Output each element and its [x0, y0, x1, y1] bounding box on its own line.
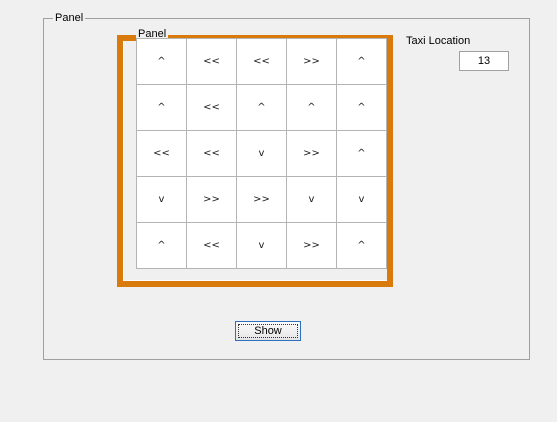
- grid-cell-r3-c3[interactable]: v: [286, 176, 337, 223]
- grid-cell-r4-c4[interactable]: ^: [336, 222, 387, 269]
- grid-cell-r3-c1[interactable]: >>: [186, 176, 237, 223]
- grid-cell-r4-c1[interactable]: <<: [186, 222, 237, 269]
- grid-cell-r0-c0[interactable]: ^: [136, 38, 187, 85]
- grid-cell-r1-c2[interactable]: ^: [236, 84, 287, 131]
- show-button[interactable]: Show: [235, 321, 301, 341]
- grid-cell-r0-c2[interactable]: <<: [236, 38, 287, 85]
- grid-cell-r4-c2[interactable]: v: [236, 222, 287, 269]
- grid-cell-r4-c0[interactable]: ^: [136, 222, 187, 269]
- grid-cell-r2-c4[interactable]: ^: [336, 130, 387, 177]
- show-button-label: Show: [254, 325, 282, 337]
- grid-cell-r4-c3[interactable]: >>: [286, 222, 337, 269]
- policy-grid: ^ << << >> ^ ^ << ^ ^ ^ << << v >> ^ v >…: [136, 38, 387, 269]
- grid-cell-r0-c3[interactable]: >>: [286, 38, 337, 85]
- outer-panel-title: Panel: [53, 12, 86, 25]
- grid-cell-r1-c1[interactable]: <<: [186, 84, 237, 131]
- grid-cell-r0-c4[interactable]: ^: [336, 38, 387, 85]
- taxi-location-field[interactable]: [459, 51, 509, 71]
- grid-cell-r2-c1[interactable]: <<: [186, 130, 237, 177]
- grid-cell-r2-c0[interactable]: <<: [136, 130, 187, 177]
- grid-cell-r1-c0[interactable]: ^: [136, 84, 187, 131]
- grid-cell-r3-c2[interactable]: >>: [236, 176, 287, 223]
- grid-cell-r3-c0[interactable]: v: [136, 176, 187, 223]
- grid-cell-r1-c3[interactable]: ^: [286, 84, 337, 131]
- grid-cell-r0-c1[interactable]: <<: [186, 38, 237, 85]
- grid-cell-r3-c4[interactable]: v: [336, 176, 387, 223]
- taxi-location-label: Taxi Location: [406, 35, 471, 47]
- grid-cell-r2-c2[interactable]: v: [236, 130, 287, 177]
- grid-cell-r1-c4[interactable]: ^: [336, 84, 387, 131]
- grid-cell-r2-c3[interactable]: >>: [286, 130, 337, 177]
